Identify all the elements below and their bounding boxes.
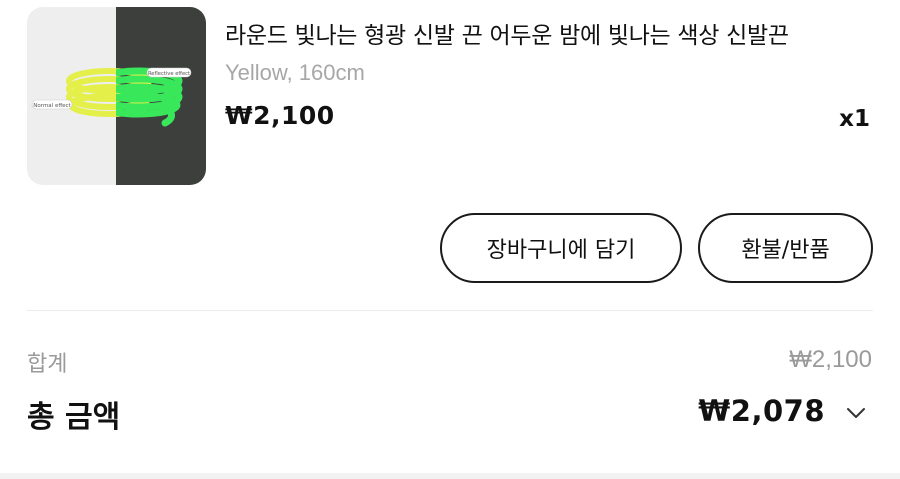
chevron-down-icon[interactable]: [845, 402, 867, 424]
total-label: 총 금액: [27, 400, 121, 435]
product-title[interactable]: 라운드 빛나는 형광 신발 끈 어두운 밤에 빛나는 색상 신발끈: [225, 16, 865, 50]
subtotal-label: 합계: [27, 352, 68, 377]
add-to-cart-button[interactable]: 장바구니에 담기: [440, 213, 682, 283]
product-quantity: x1: [839, 106, 870, 132]
order-item[interactable]: Normal effect Reflective effect 라운드 빛나는 …: [27, 7, 873, 185]
product-price: ₩2,100: [225, 101, 335, 130]
product-variant: Yellow, 160cm: [225, 60, 365, 85]
bottom-section-band: [0, 473, 900, 479]
shoelace-image: Normal effect Reflective effect: [27, 7, 206, 185]
total-value: ₩2,078: [698, 394, 825, 428]
section-divider: [27, 310, 873, 311]
subtotal-value: ₩2,100: [789, 346, 872, 373]
image-label-normal: Normal effect: [33, 103, 71, 109]
product-thumbnail[interactable]: Normal effect Reflective effect: [27, 7, 206, 185]
image-label-reflective: Reflective effect: [148, 71, 190, 77]
refund-return-button[interactable]: 환불/반품: [698, 213, 873, 283]
order-item-page: Normal effect Reflective effect 라운드 빛나는 …: [0, 0, 900, 479]
